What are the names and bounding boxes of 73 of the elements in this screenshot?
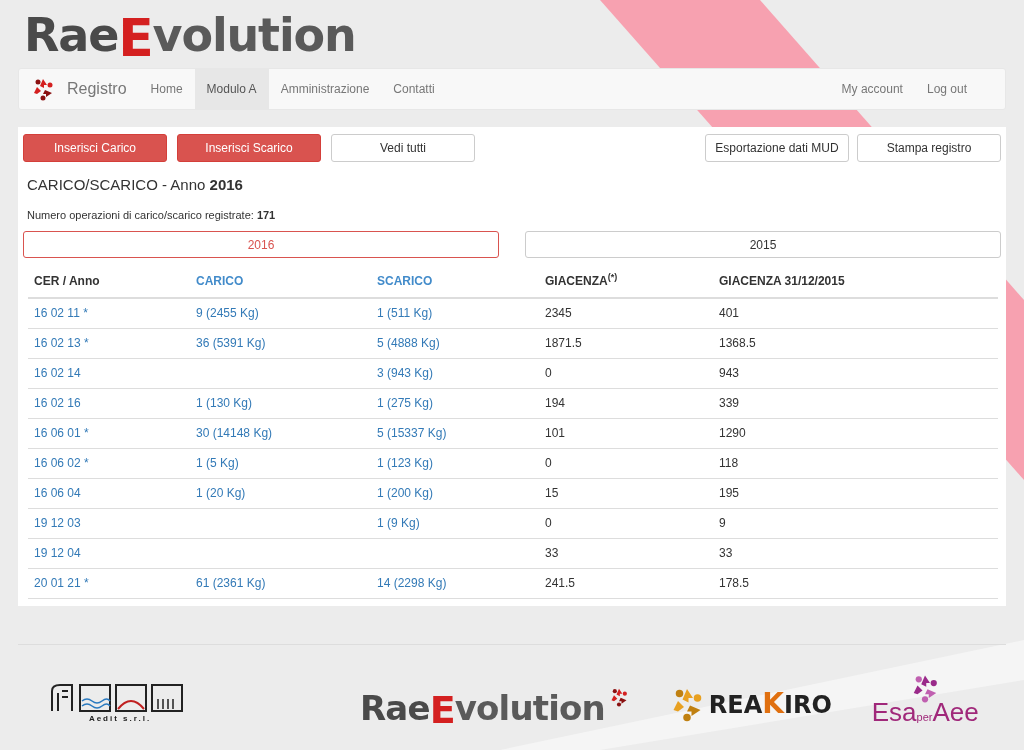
brand-link[interactable]: Registro xyxy=(67,77,127,101)
table-cell: 241.5 xyxy=(545,576,576,590)
raeevolution-logo: RaeEvolution xyxy=(24,7,357,58)
table-link[interactable]: 1 (275 Kg) xyxy=(377,396,434,410)
table-link[interactable]: 61 (2361 Kg) xyxy=(196,576,266,590)
table-link[interactable]: 5 (15337 Kg) xyxy=(377,426,447,440)
table-link[interactable]: 1 (200 Kg) xyxy=(377,486,434,500)
aedit-logo: Aedit s.r.l. xyxy=(50,683,190,725)
reakiro-logo: REAKIRO xyxy=(668,683,832,725)
table-cell: 0 xyxy=(545,366,552,380)
table-link[interactable]: 1 (123 Kg) xyxy=(377,456,434,470)
table-link[interactable]: 16 02 13 * xyxy=(34,336,89,350)
table-cell: 943 xyxy=(719,366,740,380)
table-link[interactable]: 19 12 04 xyxy=(34,546,81,560)
table-cell: 178.5 xyxy=(719,576,750,590)
table-link[interactable]: 1 (130 Kg) xyxy=(196,396,253,410)
column-header[interactable]: CARICO xyxy=(190,264,371,298)
nav-link[interactable]: Home xyxy=(138,69,195,109)
action-button[interactable]: Stampa registro xyxy=(857,134,1001,162)
table-cell: 101 xyxy=(545,426,566,440)
table-link[interactable]: 16 06 02 * xyxy=(34,456,89,470)
table-link[interactable]: 1 (9 Kg) xyxy=(377,516,420,530)
table-link[interactable]: 36 (5391 Kg) xyxy=(196,336,266,350)
nav-link[interactable]: Amministrazione xyxy=(268,69,382,109)
nav-link[interactable]: Log out xyxy=(914,80,979,98)
action-button[interactable]: Esportazione dati MUD xyxy=(705,134,849,162)
table-cell: 33 xyxy=(719,546,733,560)
table-link[interactable]: 3 (943 Kg) xyxy=(377,366,434,380)
table-cell: 15 xyxy=(545,486,559,500)
table-cell: 1871.5 xyxy=(545,336,582,350)
esa-logo: EsaperAee xyxy=(871,699,979,725)
column-header: CER / Anno xyxy=(28,264,190,298)
table-link[interactable]: 1 (511 Kg) xyxy=(377,306,433,321)
table-link[interactable]: 16 06 01 * xyxy=(34,426,89,440)
table-link[interactable]: 1 (20 Kg) xyxy=(196,486,246,500)
table-cell: 401 xyxy=(719,306,740,321)
year-tab[interactable]: 2016 xyxy=(23,231,499,258)
action-button[interactable]: Inserisci Scarico xyxy=(177,134,321,162)
table-cell: 194 xyxy=(545,396,566,410)
table-link[interactable]: 5 (4888 Kg) xyxy=(377,336,440,350)
table-cell: 118 xyxy=(719,456,739,470)
column-header: GIACENZA 31/12/2015 xyxy=(713,264,998,298)
table-link[interactable]: 16 06 04 xyxy=(34,486,81,500)
action-button[interactable]: Vedi tutti xyxy=(331,134,475,162)
raeevolution-logo: RaeEvolution xyxy=(360,687,605,725)
table-link[interactable]: 19 12 03 xyxy=(34,516,81,530)
column-header: GIACENZA$^{(*)}$ xyxy=(539,264,713,298)
table-link[interactable]: 14 (2298 Kg) xyxy=(377,576,447,590)
table-link[interactable]: 16 02 11 * xyxy=(34,306,88,321)
table-cell: 195 xyxy=(719,486,740,500)
operations-count: Numero operazioni di carico/scarico registrate: 171 xyxy=(27,207,277,223)
table-link[interactable]: 30 (14148 Kg) xyxy=(196,426,273,440)
table-link[interactable]: 16 02 16 xyxy=(34,396,81,410)
year-tab[interactable]: 2015 xyxy=(525,231,1001,258)
column-header[interactable]: SCARICO xyxy=(371,264,539,298)
nav-link[interactable]: My account xyxy=(829,80,915,98)
table-link[interactable]: 9 (2455 Kg) xyxy=(196,306,259,321)
nav-link[interactable]: Modulo A xyxy=(194,69,269,109)
table-cell: 0 xyxy=(545,516,552,530)
table-cell: 0 xyxy=(545,456,552,470)
table-link[interactable]: 20 01 21 * xyxy=(34,576,89,590)
page-heading: CARICO/SCARICO - Anno 2016 xyxy=(27,175,244,195)
table-link[interactable]: 1 (5 Kg) xyxy=(196,456,239,470)
nav-link[interactable]: Contatti xyxy=(381,69,447,109)
table-cell: 1368.5 xyxy=(719,336,756,350)
table-cell: 33 xyxy=(545,546,559,560)
table-cell: 9 xyxy=(719,516,726,530)
table-cell: 339 xyxy=(719,396,740,410)
recycle-icon xyxy=(31,77,55,101)
table-cell: 2345 xyxy=(545,306,572,321)
table-link[interactable]: 16 02 14 xyxy=(34,366,81,380)
action-button[interactable]: Inserisci Carico xyxy=(23,134,167,162)
table-cell: 1290 xyxy=(719,426,746,440)
